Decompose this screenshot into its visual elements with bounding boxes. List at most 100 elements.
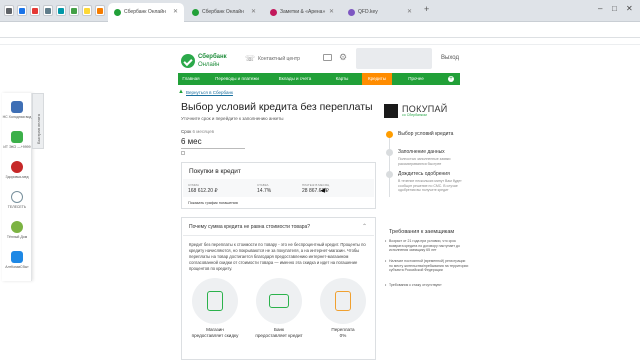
feature-circle — [256, 278, 302, 324]
phone-recharge-icon — [11, 131, 23, 143]
term-checkbox[interactable] — [181, 151, 185, 155]
quick-pay-tab[interactable]: Быстрая оплата — [32, 93, 44, 149]
pinned-tab[interactable] — [30, 5, 40, 16]
feature-zero-overpay: Переплата 0% — [318, 278, 368, 339]
minimize-button[interactable]: – — [598, 4, 602, 13]
nav-item-transfers[interactable]: Переводы и платежи — [208, 73, 266, 85]
browser-tab-qfd[interactable]: QFD.key ✕ — [342, 3, 418, 22]
zero-percent-icon — [335, 291, 351, 311]
bank-card-icon — [269, 294, 289, 308]
step-title: Заполнение данных — [398, 149, 445, 155]
step-dot-icon — [386, 149, 393, 156]
pinned-tab[interactable] — [4, 5, 14, 16]
browser-tab-notes[interactable]: Заметки & «Арена» ✕ — [264, 3, 340, 22]
close-tab-icon[interactable]: ✕ — [173, 3, 178, 22]
pinned-tab[interactable] — [56, 5, 66, 16]
summary-payment-label: Платеж в месяц — [302, 183, 330, 187]
term-label: Срок 6 месяцев — [181, 129, 214, 134]
notes-favicon-icon — [270, 9, 277, 16]
pinned-tab[interactable] — [43, 5, 53, 16]
phone-icon: ☏ — [245, 54, 256, 63]
contact-center-link[interactable]: Контактный центр — [258, 56, 300, 62]
new-tab-button[interactable]: + — [424, 4, 429, 14]
user-profile-box[interactable] — [356, 48, 432, 69]
term-hint: 6 месяцев — [192, 129, 214, 134]
dock-item-health[interactable]: Здоровья-мед — [2, 161, 32, 179]
home-icon: ▲ — [178, 89, 184, 95]
nav-item-credits[interactable]: Кредиты — [362, 73, 392, 85]
pinned-tab[interactable] — [95, 5, 105, 16]
feature-shop-discount: Магазин предоставляет скидку — [190, 278, 240, 339]
pinned-tab[interactable] — [17, 5, 27, 16]
summary-rate: Ставка 14.7% — [257, 183, 271, 194]
faq-card: Почему сумма кредита не равна стоимости … — [181, 217, 376, 360]
close-tab-icon[interactable]: ✕ — [329, 3, 334, 22]
close-tab-icon[interactable]: ✕ — [407, 3, 412, 22]
pinned-tab[interactable] — [82, 5, 92, 16]
feature-subtitle: 0% — [339, 333, 347, 338]
gear-icon[interactable]: ⚙ — [339, 52, 347, 63]
summary-amount: Сумма 168 612.20 ₽ — [188, 183, 218, 194]
term-label-text: Срок — [181, 129, 192, 134]
pinned-tab[interactable] — [69, 5, 79, 16]
step-desc: Полностью заполненные заявки рассматрива… — [398, 157, 451, 166]
sberbank-online-logo[interactable]: Сбербанк Онлайн — [181, 51, 241, 73]
tab-title: Сбербанк Онлайн — [202, 9, 244, 15]
step-title: Дождитесь одобрения — [398, 171, 450, 177]
dock-label: АлтКоммСбыт — [5, 265, 29, 269]
feature-circle — [192, 278, 238, 324]
term-underline — [181, 148, 245, 149]
page-subtitle: Уточните срок и перейдите к заполнению а… — [181, 116, 284, 121]
nav-item-other[interactable]: Прочее — [398, 73, 434, 85]
summary-rate-value: 14.7% — [257, 188, 272, 194]
nav-item-home[interactable]: Главная — [178, 73, 204, 85]
dock-item-altcomm[interactable]: АлтКоммСбыт — [2, 251, 32, 269]
utility-logo-icon — [11, 251, 23, 263]
address-bar[interactable] — [0, 22, 640, 38]
close-window-button[interactable]: ✕ — [626, 4, 633, 13]
feature-bank-credit: Банк предоставляет кредит — [254, 278, 304, 339]
browser-tab-sber[interactable]: Сбербанк Онлайн ✕ — [186, 3, 262, 22]
term-select[interactable]: 6 мес — [181, 137, 202, 146]
logout-link[interactable]: Выход — [441, 55, 459, 61]
messages-icon[interactable] — [323, 54, 332, 61]
dock-label: НС Холодная вод — [2, 115, 32, 119]
quick-pay-dock: НС Холодная вод ИТ ЭКО —+9999 Здоровья-м… — [2, 93, 32, 281]
pokupai-promo: ПОКУПАЙ со Сбербанком — [384, 102, 464, 120]
add-nav-button[interactable]: + — [448, 76, 454, 82]
summary-rate-label: Ставка — [257, 183, 269, 187]
breadcrumb-back-link[interactable]: Вернуться в Сбербанк — [186, 90, 233, 95]
nav-item-deposits[interactable]: Вклады и счета — [270, 73, 320, 85]
dock-item-water[interactable]: НС Холодная вод — [2, 101, 32, 119]
chevron-up-icon[interactable]: ⌃ — [362, 223, 367, 230]
dock-label: Здоровья-мед — [5, 175, 29, 179]
network-icon — [11, 191, 23, 203]
feature-circle — [320, 278, 366, 324]
maximize-button[interactable]: □ — [612, 4, 617, 13]
close-tab-icon[interactable]: ✕ — [251, 3, 256, 22]
dock-item-telenet[interactable]: ТЕЛЕСЕТЬ — [2, 191, 32, 209]
nav-item-cards[interactable]: Карты — [326, 73, 358, 85]
page-title: Выбор условий кредита без переплаты — [181, 101, 373, 113]
feature-subtitle: предоставляет кредит — [255, 333, 303, 338]
dock-item-eco[interactable]: ИТ ЭКО —+9999 — [2, 131, 32, 149]
credit-summary-card: Покупки в кредит Сумма 168 612.20 ₽ Став… — [181, 162, 376, 209]
browser-tab-sber-active[interactable]: Сбербанк Онлайн ✕ — [108, 3, 184, 22]
heart-icon — [11, 161, 23, 173]
requirements-title: Требования к заемщикам — [389, 229, 455, 235]
keynote-favicon-icon — [348, 9, 355, 16]
promo-subtitle: со Сбербанком — [402, 113, 427, 117]
logo-line1: Сбербанк — [198, 54, 227, 60]
shop-discount-icon — [207, 291, 223, 311]
sber-favicon-icon — [192, 9, 199, 16]
faq-divider — [183, 235, 374, 236]
schedule-link[interactable]: Показать график погашения — [188, 201, 238, 205]
bookmarks-bar — [0, 38, 640, 45]
step-dot-icon — [386, 171, 393, 178]
dock-label: ТЕЛЕСЕТЬ — [7, 205, 27, 209]
summary-amount-label: Сумма — [188, 183, 199, 187]
feature-subtitle: предоставляет скидку — [191, 333, 239, 338]
faq-heading[interactable]: Почему сумма кредита не равна стоимости … — [189, 224, 310, 230]
dock-item-warm-home[interactable]: Тёплый Дом — [2, 221, 32, 239]
tab-title: Сбербанк Онлайн — [124, 9, 166, 15]
